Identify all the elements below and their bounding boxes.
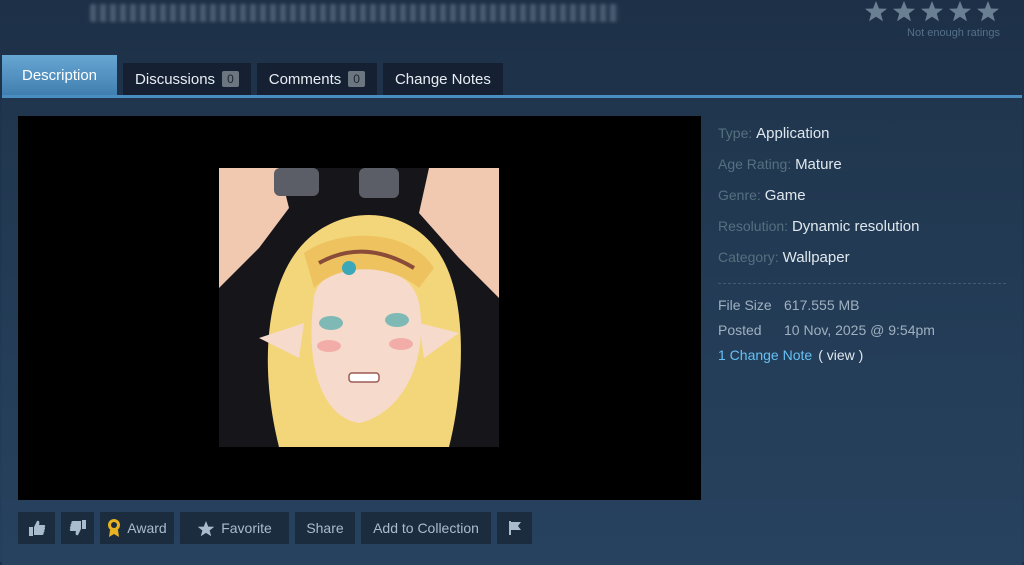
detail-value: Mature [795,156,842,173]
header-bar: Not enough ratings [0,0,1024,52]
report-button[interactable] [497,512,532,544]
count-badge: 0 [348,71,365,87]
thumbs-down-button[interactable] [61,512,94,544]
star-icon [892,0,916,22]
star-icon [948,0,972,22]
detail-label: Type: [718,125,753,141]
change-note-link[interactable]: 1 Change Note [718,343,812,368]
detail-label: Genre: [718,187,761,203]
tab-label: Discussions [135,70,216,88]
favorite-label: Favorite [221,520,272,536]
thumbs-up-button[interactable] [18,512,55,544]
file-size-row: File Size 617.555 MB [718,293,1008,318]
tab-discussions[interactable]: Discussions 0 [123,63,251,95]
count-badge: 0 [222,71,239,87]
favorite-button[interactable]: Favorite [180,512,289,544]
star-icon [976,0,1000,22]
detail-label: Age Rating: [718,156,792,172]
meta-label: Posted [718,322,762,338]
add-to-collection-label: Add to Collection [373,520,479,536]
rating-stars [864,0,1000,22]
tab-label: Description [22,66,98,84]
meta-value: 617.555 MB [784,297,860,313]
blurred-title [90,4,620,22]
view-link[interactable]: ( view ) [818,343,863,368]
detail-label: Resolution: [718,218,789,234]
detail-value: Game [764,187,806,204]
tab-label: Comments [268,70,342,88]
detail-category: Category: Wallpaper [718,242,1008,273]
detail-value: Dynamic resolution [791,218,920,235]
thumbs-up-icon [28,519,46,537]
award-label: Award [127,520,167,536]
detail-type: Type: Application [718,118,1008,149]
detail-label: Category: [718,249,779,265]
favorite-star-icon [197,520,215,537]
meta-label: File Size [718,297,772,313]
award-icon [107,518,121,538]
tab-description[interactable]: Description [2,55,118,95]
meta-value: 10 Nov, 2025 @ 9:54pm [784,322,935,338]
details-panel: Type: Application Age Rating: Mature Gen… [718,118,1008,368]
thumbs-down-icon [69,519,87,537]
add-to-collection-button[interactable]: Add to Collection [361,512,491,544]
action-bar: Award Favorite Share Add to Collection [18,512,532,544]
star-icon [920,0,944,22]
flag-icon [507,520,523,536]
star-icon [864,0,888,22]
tab-comments[interactable]: Comments 0 [256,63,377,95]
detail-resolution: Resolution: Dynamic resolution [718,211,1008,242]
posted-row: Posted 10 Nov, 2025 @ 9:54pm [718,318,1008,343]
award-button[interactable]: Award [100,512,174,544]
detail-age-rating: Age Rating: Mature [718,149,1008,180]
share-button[interactable]: Share [295,512,355,544]
tab-label: Change Notes [394,70,491,88]
share-label: Share [306,520,344,536]
ratings-note: Not enough ratings [907,27,1000,39]
detail-value: Wallpaper [782,249,850,266]
detail-value: Application [756,125,830,142]
tab-change-notes[interactable]: Change Notes [382,63,503,95]
divider [718,283,1006,284]
tab-bar: Description Discussions 0 Comments 0 Cha… [0,55,509,95]
change-note-row: 1 Change Note( view ) [718,343,1008,368]
detail-genre: Genre: Game [718,180,1008,211]
preview-image[interactable] [219,168,499,447]
